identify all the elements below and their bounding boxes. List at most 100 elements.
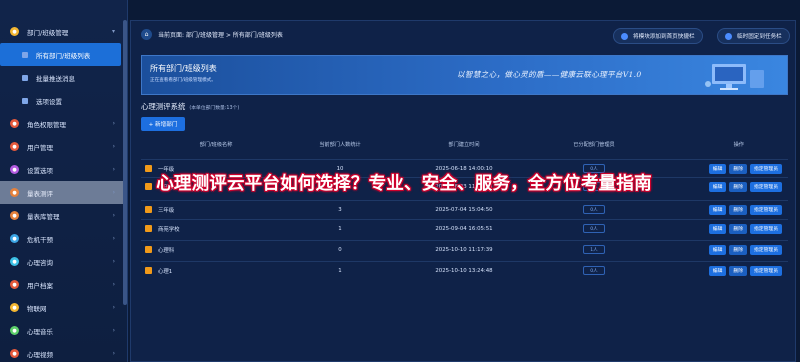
edit-button[interactable]: 编辑	[708, 265, 727, 276]
assign-manager-button[interactable]: 指定管理员	[750, 244, 782, 255]
delete-button[interactable]: 删除	[729, 163, 747, 174]
delete-button[interactable]: 删除	[729, 244, 747, 255]
archive-icon: ●	[10, 280, 19, 289]
col-header-count: 当前部门人数统计	[319, 142, 361, 148]
col-header-managers: 已分配部门管理员	[573, 142, 615, 148]
col-header-time: 部门建立时间	[448, 142, 480, 148]
assign-manager-button[interactable]: 指定管理员	[750, 181, 782, 192]
add-department-button[interactable]: + 新增部门	[141, 117, 185, 131]
delete-button[interactable]: 删除	[729, 265, 747, 276]
sidebar-item-9[interactable]: ● 危机干预 ›	[0, 227, 127, 250]
pin-to-taskbar-button[interactable]: 临时固定到任务栏	[717, 28, 790, 44]
assign-manager-button[interactable]: 指定管理员	[750, 204, 782, 215]
chevron-right-icon: ›	[112, 212, 115, 219]
table-row[interactable]: 三年级 3 2025-07-04 15:04:50 0人 编辑 删除 指定管理员	[141, 200, 788, 218]
delete-button[interactable]: 删除	[729, 223, 747, 234]
edit-button[interactable]: 编辑	[708, 181, 727, 192]
delete-button[interactable]: 删除	[729, 204, 747, 215]
cell-name: 心理科	[141, 246, 291, 254]
banner-title: 所有部门/班级列表	[150, 64, 217, 73]
settings-icon: ●	[10, 165, 19, 174]
col-header-name: 部门/班级名称	[199, 142, 233, 148]
manager-count-badge[interactable]: 0人	[583, 205, 605, 214]
assign-manager-button[interactable]: 指定管理员	[750, 163, 782, 174]
sidebar-item-5[interactable]: ● 用户管理 ›	[0, 135, 127, 158]
chevron-right-icon: ›	[112, 166, 115, 173]
breadcrumb-bar: ⌂ 当前页面: 部门/班级管理 > 所有部门/班级列表 将模块添加到首页快捷栏 …	[131, 21, 797, 47]
home-icon[interactable]: ⌂	[141, 28, 152, 40]
table-header: 部门/班级名称 当前部门人数统计 部门建立时间 已分配部门管理员 操作	[141, 138, 788, 152]
manager-count-badge[interactable]: 0人	[583, 224, 605, 233]
sidebar: ● 部门/班级管理 ▾ 所有部门/班级列表 批量推送消息 选项设置 ● 角色权限管理 › ● 用户管…	[0, 0, 128, 362]
sidebar-item-label: 角色权限管理	[27, 120, 66, 129]
sidebar-item-0[interactable]: ● 部门/班级管理 ▾	[0, 20, 127, 43]
pin-to-taskbar-label: 临时固定到任务栏	[737, 34, 782, 40]
sidebar-scrollbar[interactable]	[123, 20, 127, 305]
sidebar-item-3[interactable]: 选项设置	[0, 89, 127, 112]
sidebar-item-label: 危机干预	[27, 235, 53, 244]
delete-button[interactable]: 删除	[729, 181, 747, 192]
cell-count: 3	[338, 206, 342, 213]
department-name: 商苑学校	[158, 226, 180, 233]
sidebar-item-7[interactable]: ● 量表测评 ›	[0, 181, 127, 204]
chevron-right-icon: ›	[112, 350, 115, 357]
sidebar-item-1[interactable]: 所有部门/班级列表	[0, 43, 121, 66]
sidebar-item-4[interactable]: ● 角色权限管理 ›	[0, 112, 127, 135]
consult-icon: ●	[10, 257, 19, 266]
manager-count-badge[interactable]: 1人	[583, 245, 605, 254]
edit-button[interactable]: 编辑	[708, 223, 727, 234]
cell-time: 2025-10-10 13:24:48	[435, 267, 493, 274]
sidebar-item-label: 选项设置	[36, 97, 62, 106]
add-to-home-shortcut-button[interactable]: 将模块添加到首页快捷栏	[613, 28, 703, 44]
sidebar-item-6[interactable]: ● 设置选项 ›	[0, 158, 127, 181]
cell-managers: 0人	[539, 266, 649, 275]
sidebar-item-label: 量表库管理	[27, 212, 60, 221]
overlay-headline-text: 心理测评云平台如何选择？专业、安全、服务，全方位考量指南	[156, 173, 652, 194]
folder-icon	[145, 267, 152, 274]
cell-count: 1	[338, 267, 342, 274]
cell-count: 0	[338, 246, 342, 253]
chevron-right-icon: ›	[112, 235, 115, 242]
cell-managers: 0人	[539, 205, 649, 214]
edit-button[interactable]: 编辑	[708, 163, 727, 174]
section-title-text: 心理测评系统	[141, 102, 186, 111]
sidebar-item-8[interactable]: ● 量表库管理 ›	[0, 204, 127, 227]
folder-icon	[145, 246, 152, 253]
alert-icon: ●	[10, 234, 19, 243]
department-count-note: (本单位部门数量:13个)	[189, 106, 240, 111]
sidebar-item-2[interactable]: 批量推送消息	[0, 66, 127, 89]
table-row[interactable]: 商苑学校 1 2025-09-04 16:05:51 0人 编辑 删除 指定管理员	[141, 219, 788, 237]
sidebar-item-10[interactable]: ● 心理咨询 ›	[0, 250, 127, 273]
sidebar-item-label: 心理音乐	[27, 327, 53, 336]
sidebar-item-14[interactable]: ● 心理视频 ›	[0, 342, 127, 362]
chevron-right-icon: ›	[112, 143, 115, 150]
breadcrumb: 当前页面: 部门/班级管理 > 所有部门/班级列表	[158, 31, 283, 39]
add-to-home-shortcut-label: 将模块添加到首页快捷栏	[633, 34, 695, 40]
chevron-right-icon: ›	[112, 258, 115, 265]
sidebar-item-12[interactable]: ● 物联网 ›	[0, 296, 127, 319]
cell-managers: 1人	[539, 245, 649, 254]
cell-count: 1	[338, 225, 342, 232]
col-header-actions: 操作	[733, 142, 744, 148]
department-name: 心理科	[158, 247, 175, 254]
manager-count-badge[interactable]: 0人	[583, 266, 605, 275]
edit-button[interactable]: 编辑	[708, 204, 727, 215]
sidebar-item-label: 用户档案	[27, 281, 53, 290]
assign-manager-button[interactable]: 指定管理员	[750, 265, 782, 276]
table-row[interactable]: 心理科 0 2025-10-10 11:17:39 1人 编辑 删除 指定管理员	[141, 240, 788, 258]
chevron-right-icon: ›	[112, 281, 115, 288]
building-icon: ●	[10, 27, 19, 36]
banner-slogan: 以智慧之心，做心灵的盾——健康云联心理平台V1.0	[457, 70, 642, 79]
table-row[interactable]: 心理1 1 2025-10-10 13:24:48 0人 编辑 删除 指定管理员	[141, 261, 788, 279]
sidebar-item-13[interactable]: ● 心理音乐 ›	[0, 319, 127, 342]
pin-icon	[621, 32, 628, 40]
edit-button[interactable]: 编辑	[708, 244, 727, 255]
sidebar-item-11[interactable]: ● 用户档案 ›	[0, 273, 127, 296]
folder-icon	[145, 225, 152, 232]
video-icon: ●	[10, 349, 19, 358]
cell-time: 2025-07-04 15:04:50	[435, 206, 493, 213]
bullet-icon	[22, 51, 28, 58]
chevron-down-icon: ▾	[111, 28, 115, 35]
folder-icon	[145, 206, 152, 213]
assign-manager-button[interactable]: 指定管理员	[750, 223, 782, 234]
